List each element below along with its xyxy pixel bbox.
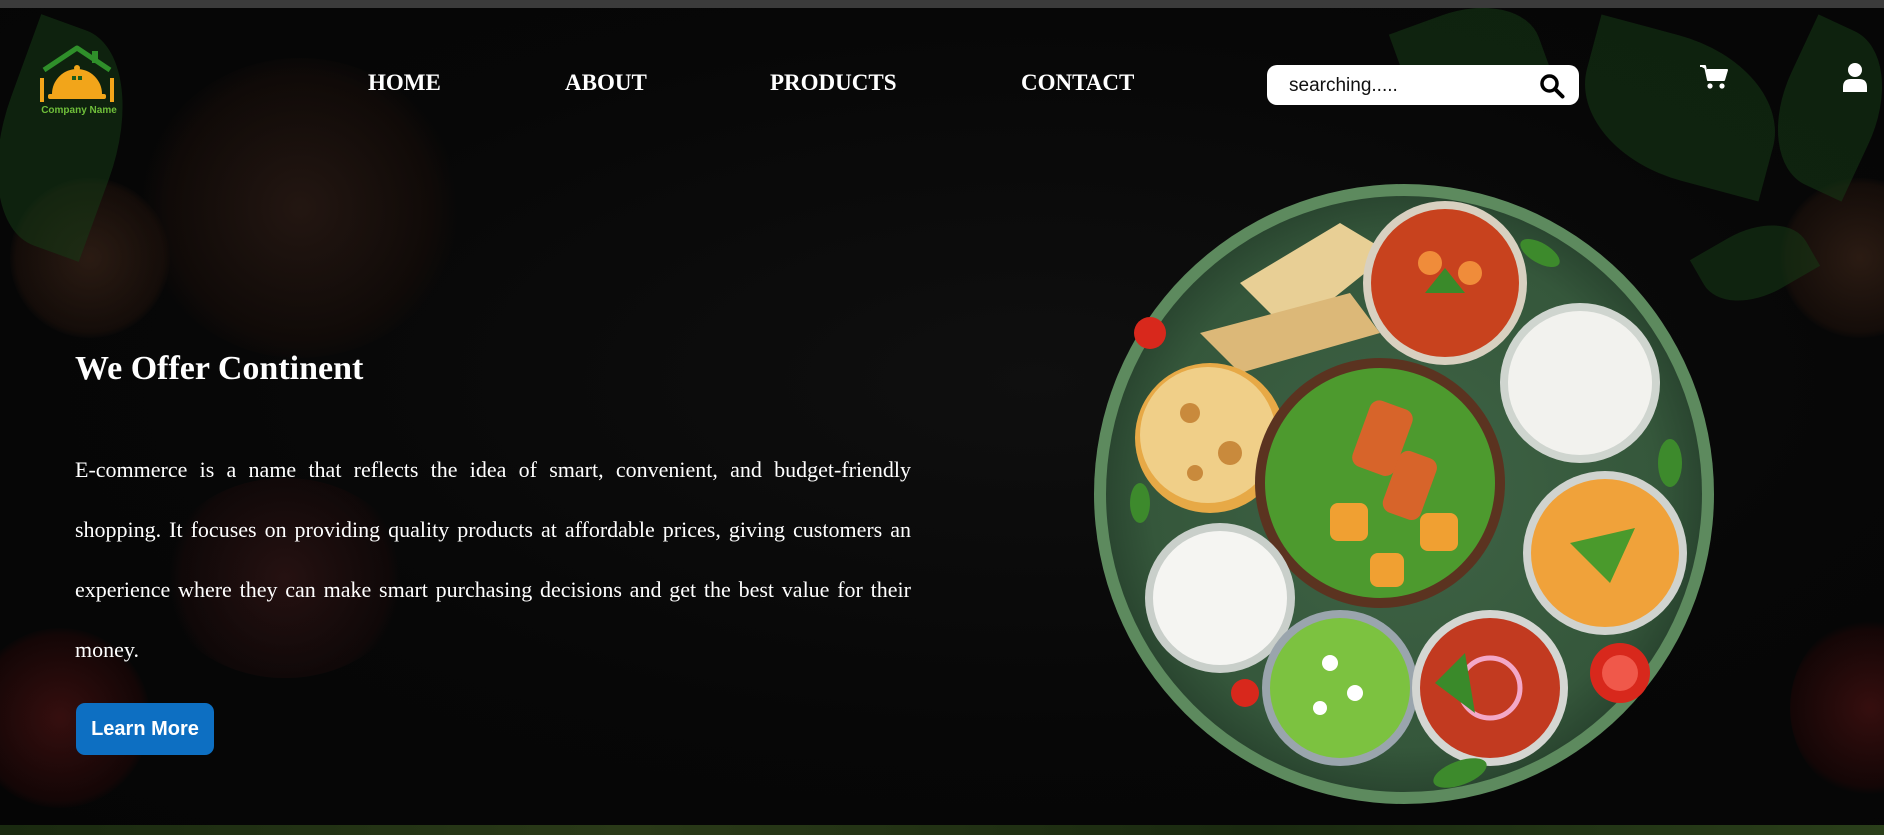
logo-icon: [40, 45, 114, 102]
hero-title: We Offer Continent: [75, 350, 364, 387]
learn-more-button[interactable]: Learn More: [76, 703, 214, 755]
hero-description: E-commerce is a name that reflects the i…: [75, 457, 911, 662]
browser-top-strip: [0, 0, 1884, 8]
cart-icon[interactable]: [1699, 63, 1729, 91]
nav-home[interactable]: HOME: [368, 70, 441, 96]
search-input[interactable]: [1287, 65, 1531, 107]
logo-text: Company Name: [41, 105, 117, 116]
nav-products[interactable]: PRODUCTS: [770, 70, 897, 96]
footer-edge: [0, 825, 1884, 835]
nav-about[interactable]: ABOUT: [565, 70, 647, 96]
user-icon[interactable]: [1843, 62, 1867, 92]
nav-contact[interactable]: CONTACT: [1021, 70, 1134, 96]
food-platter-image: [1090, 183, 1718, 805]
search-box: [1267, 65, 1579, 107]
search-icon[interactable]: [1539, 73, 1565, 99]
